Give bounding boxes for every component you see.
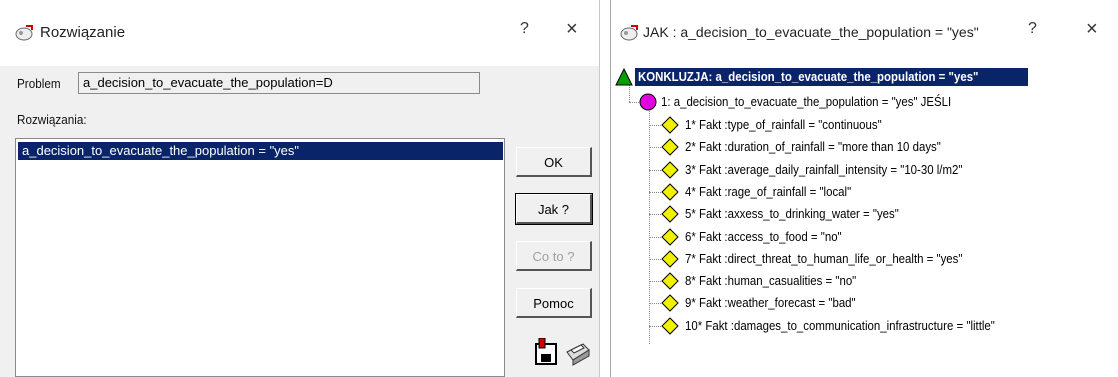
expert-system-icon bbox=[620, 25, 638, 41]
how-explanation-dialog: JAK : a_decision_to_evacuate_the_populat… bbox=[610, 0, 1118, 377]
title-bar: Rozwiązanie ? × bbox=[0, 0, 599, 66]
diamond-icon bbox=[661, 272, 679, 290]
tree-connector bbox=[649, 258, 661, 260]
fact-label: 6* Fakt :access_to_food = "no" bbox=[685, 228, 842, 244]
tree-connector bbox=[649, 281, 661, 283]
fact-label: 10* Fakt :damages_to_communication_infra… bbox=[685, 317, 995, 333]
diamond-icon bbox=[661, 160, 679, 179]
tree-fact[interactable]: 9* Fakt :weather_forecast = "bad" bbox=[685, 292, 879, 314]
fact-label: 7* Fakt :direct_threat_to_human_life_or_… bbox=[685, 250, 963, 266]
tree-connector bbox=[649, 102, 650, 344]
fact-label: 9* Fakt :weather_forecast = "bad" bbox=[685, 295, 856, 311]
tree-fact[interactable]: 1* Fakt :type_of_rainfall = "continuous" bbox=[685, 114, 909, 136]
diamond-icon bbox=[661, 227, 679, 246]
fact-label: 5* Fakt :axxess_to_drinking_water = "yes… bbox=[685, 206, 899, 222]
tree-connector bbox=[649, 147, 661, 149]
problem-label: Problem bbox=[17, 76, 61, 91]
tree-connector bbox=[649, 236, 661, 238]
tree-connector bbox=[649, 325, 661, 327]
co-to-button[interactable]: Co to ? bbox=[516, 241, 592, 271]
help-button[interactable]: ? bbox=[1028, 20, 1037, 38]
tree-conclusion[interactable]: KONKLUZJA: a_decision_to_evacuate_the_po… bbox=[635, 68, 1028, 86]
close-button[interactable]: × bbox=[566, 18, 578, 41]
tree-fact[interactable]: 8* Fakt :human_casualities = "no" bbox=[685, 270, 880, 292]
tree-fact[interactable]: 4* Fakt :rage_of_rainfall = "local" bbox=[685, 181, 874, 203]
window-title: JAK : a_decision_to_evacuate_the_populat… bbox=[643, 24, 979, 40]
printer-icon[interactable] bbox=[563, 338, 591, 366]
solutions-label: Rozwiązania: bbox=[17, 112, 87, 127]
help-button[interactable]: ? bbox=[520, 20, 529, 38]
tree-connector bbox=[649, 125, 661, 126]
tree-rule[interactable]: 1: a_decision_to_evacuate_the_population… bbox=[661, 91, 991, 113]
tree-fact[interactable]: 7* Fakt :direct_threat_to_human_life_or_… bbox=[685, 248, 1000, 270]
diamond-icon bbox=[661, 316, 679, 335]
circle-icon bbox=[639, 93, 657, 111]
tree-connector bbox=[649, 303, 661, 305]
tree-fact[interactable]: 2* Fakt :duration_of_rainfall = "more th… bbox=[685, 136, 976, 158]
fact-label: 3* Fakt :average_daily_rainfall_intensit… bbox=[685, 161, 963, 177]
tree-fact[interactable]: 5* Fakt :axxess_to_drinking_water = "yes… bbox=[685, 203, 928, 225]
diamond-icon bbox=[661, 205, 679, 223]
diamond-icon bbox=[661, 294, 679, 313]
list-item[interactable]: a_decision_to_evacuate_the_population = … bbox=[18, 142, 503, 160]
conclusion-label: KONKLUZJA: a_decision_to_evacuate_the_po… bbox=[638, 69, 979, 84]
ok-button[interactable]: OK bbox=[516, 147, 592, 177]
title-bar: JAK : a_decision_to_evacuate_the_populat… bbox=[611, 0, 1118, 66]
tree-connector bbox=[649, 169, 661, 171]
fact-label: 2* Fakt :duration_of_rainfall = "more th… bbox=[685, 139, 941, 155]
rule-label: 1: a_decision_to_evacuate_the_population… bbox=[661, 94, 952, 109]
diamond-icon bbox=[661, 116, 679, 134]
tree-fact[interactable]: 10* Fakt :damages_to_communication_infra… bbox=[685, 315, 1037, 337]
fact-label: 1* Fakt :type_of_rainfall = "continuous" bbox=[685, 117, 882, 132]
save-icon[interactable] bbox=[533, 338, 559, 366]
jak-button[interactable]: Jak ? bbox=[515, 193, 593, 225]
explanation-tree[interactable]: KONKLUZJA: a_decision_to_evacuate_the_po… bbox=[611, 66, 1118, 377]
expert-system-icon bbox=[15, 25, 33, 41]
tree-fact[interactable]: 3* Fakt :average_daily_rainfall_intensit… bbox=[685, 159, 1000, 181]
fact-label: 4* Fakt :rage_of_rainfall = "local" bbox=[685, 183, 852, 199]
fact-label: 8* Fakt :human_casualities = "no" bbox=[685, 273, 857, 289]
problem-field[interactable]: a_decision_to_evacuate_the_population=D bbox=[78, 72, 480, 94]
tree-connector bbox=[649, 214, 661, 216]
triangle-icon bbox=[615, 68, 633, 86]
pomoc-button[interactable]: Pomoc bbox=[516, 288, 592, 318]
diamond-icon bbox=[661, 250, 679, 268]
solutions-list[interactable]: a_decision_to_evacuate_the_population = … bbox=[15, 138, 505, 377]
solution-dialog: Rozwiązanie ? × Problem a_decision_to_ev… bbox=[0, 0, 600, 377]
diamond-icon bbox=[661, 138, 679, 157]
diamond-icon bbox=[661, 183, 679, 201]
tree-fact[interactable]: 6* Fakt :access_to_food = "no" bbox=[685, 226, 863, 248]
window-title: Rozwiązanie bbox=[40, 24, 126, 41]
close-button[interactable]: × bbox=[1086, 18, 1098, 41]
tree-connector bbox=[649, 191, 661, 193]
tree-connector bbox=[629, 102, 639, 103]
